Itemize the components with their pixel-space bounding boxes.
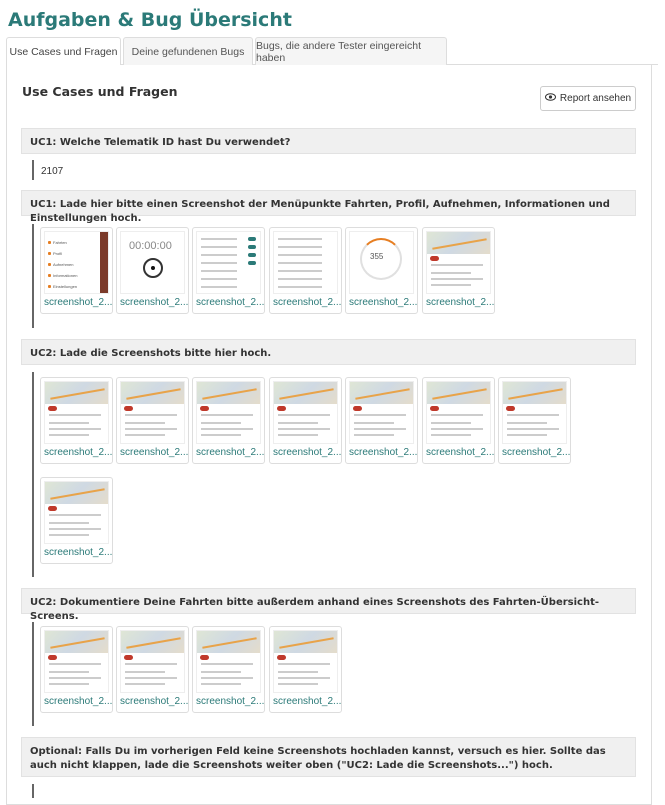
screenshot-preview: [196, 630, 261, 693]
screenshot-preview: [426, 381, 491, 444]
screenshot-thumbnail[interactable]: screenshot_2...: [192, 227, 265, 314]
screenshot-preview: [44, 481, 109, 544]
screenshot-thumbnail[interactable]: screenshot_2...: [269, 626, 342, 713]
menu-item-preview: Einstellungen: [48, 284, 77, 289]
screenshot-thumbnail[interactable]: screenshot_2...: [498, 377, 571, 464]
question-bar: UC1: Welche Telematik ID hast Du verwend…: [21, 128, 636, 154]
answer-line: [32, 224, 34, 328]
screenshot-preview: Fahrten Profil Aufnehmen Informationen Einst…: [44, 231, 109, 294]
question-bar: UC2: Dokumentiere Deine Fahrten bitte au…: [21, 588, 636, 622]
screenshot-link[interactable]: screenshot_2...: [349, 447, 417, 458]
answer-line: [32, 622, 34, 726]
screenshot-thumbnail[interactable]: screenshot_2...: [116, 377, 189, 464]
screenshot-preview: [349, 381, 414, 444]
screenshot-link[interactable]: screenshot_2...: [196, 696, 264, 707]
question-bar: UC2: Lade die Screenshots bitte hier hoc…: [21, 339, 636, 365]
screenshot-link[interactable]: screenshot_2...: [44, 547, 112, 558]
screenshot-thumbnail[interactable]: screenshot_2...: [422, 227, 495, 314]
screenshot-preview: [44, 630, 109, 693]
question-bar: UC1: Lade hier bitte einen Screenshot de…: [21, 190, 636, 224]
screenshot-preview: [273, 630, 338, 693]
screenshot-link[interactable]: screenshot_2...: [273, 297, 341, 308]
screenshot-preview: [196, 231, 261, 294]
screenshot-thumbnail[interactable]: screenshot_2...: [40, 626, 113, 713]
answer-line: [32, 372, 34, 577]
page-title: Aufgaben & Bug Übersicht: [8, 9, 292, 31]
menu-item-preview: Aufnehmen: [48, 262, 73, 267]
tab-bar: Use Cases und Fragen Deine gefundenen Bu…: [6, 37, 658, 66]
screenshot-link[interactable]: screenshot_2...: [502, 447, 570, 458]
section-title: Use Cases und Fragen: [22, 84, 178, 99]
speed-text: 355: [370, 252, 384, 261]
screenshot-thumbnail[interactable]: 00:00:00 screenshot_2...: [116, 227, 189, 314]
answer-line: [32, 160, 34, 180]
screenshot-thumbnail[interactable]: screenshot_2...: [192, 626, 265, 713]
screenshot-link[interactable]: screenshot_2...: [44, 297, 112, 308]
screenshot-preview: [273, 381, 338, 444]
screenshot-preview: [196, 381, 261, 444]
screenshot-link[interactable]: screenshot_2...: [426, 297, 494, 308]
tab-use-cases[interactable]: Use Cases und Fragen: [6, 37, 121, 66]
screenshot-thumbnail[interactable]: screenshot_2...: [192, 377, 265, 464]
screenshot-preview: [120, 630, 185, 693]
screenshot-link[interactable]: screenshot_2...: [44, 447, 112, 458]
screenshot-thumbnail[interactable]: screenshot_2...: [40, 477, 113, 564]
screenshot-link[interactable]: screenshot_2...: [120, 696, 188, 707]
menu-item-preview: Informationen: [48, 273, 77, 278]
menu-item-preview: Profil: [48, 251, 62, 256]
answer-value: 2107: [41, 166, 64, 177]
screenshot-link[interactable]: screenshot_2...: [349, 297, 417, 308]
screenshot-link[interactable]: screenshot_2...: [120, 447, 188, 458]
eye-icon: [544, 93, 556, 104]
screenshot-link[interactable]: screenshot_2...: [196, 447, 264, 458]
screenshot-link[interactable]: screenshot_2...: [273, 447, 341, 458]
screenshot-thumbnail[interactable]: screenshot_2...: [422, 377, 495, 464]
answer-line: [32, 784, 34, 798]
question-bar: Optional: Falls Du im vorherigen Feld ke…: [21, 737, 636, 777]
screenshot-thumbnail[interactable]: screenshot_2...: [345, 377, 418, 464]
screenshot-link[interactable]: screenshot_2...: [273, 696, 341, 707]
tab-own-bugs[interactable]: Deine gefundenen Bugs: [123, 37, 253, 65]
screenshot-preview: [273, 231, 338, 294]
screenshot-link[interactable]: screenshot_2...: [44, 696, 112, 707]
report-button-label: Report ansehen: [559, 93, 632, 104]
screenshot-thumbnail[interactable]: screenshot_2...: [116, 626, 189, 713]
timer-text: 00:00:00: [129, 240, 172, 252]
screenshot-preview: 00:00:00: [120, 231, 185, 294]
screenshot-thumbnail[interactable]: screenshot_2...: [40, 377, 113, 464]
screenshot-thumbnail[interactable]: screenshot_2...: [269, 227, 342, 314]
screenshot-preview: 355: [349, 231, 414, 294]
menu-item-preview: Fahrten: [48, 240, 67, 245]
report-button[interactable]: Report ansehen: [540, 86, 636, 111]
screenshot-preview: [44, 381, 109, 444]
screenshot-preview: [502, 381, 567, 444]
screenshot-preview: [426, 231, 491, 294]
screenshot-thumbnail[interactable]: Fahrten Profil Aufnehmen Informationen Einst…: [40, 227, 113, 314]
screenshot-thumbnail[interactable]: screenshot_2...: [269, 377, 342, 464]
screenshot-link[interactable]: screenshot_2...: [196, 297, 264, 308]
screenshot-preview: [120, 381, 185, 444]
screenshot-thumbnail[interactable]: 355 screenshot_2...: [345, 227, 418, 314]
tab-other-bugs[interactable]: Bugs, die andere Tester eingereicht habe…: [255, 37, 447, 65]
screenshot-link[interactable]: screenshot_2...: [120, 297, 188, 308]
screenshot-link[interactable]: screenshot_2...: [426, 447, 494, 458]
